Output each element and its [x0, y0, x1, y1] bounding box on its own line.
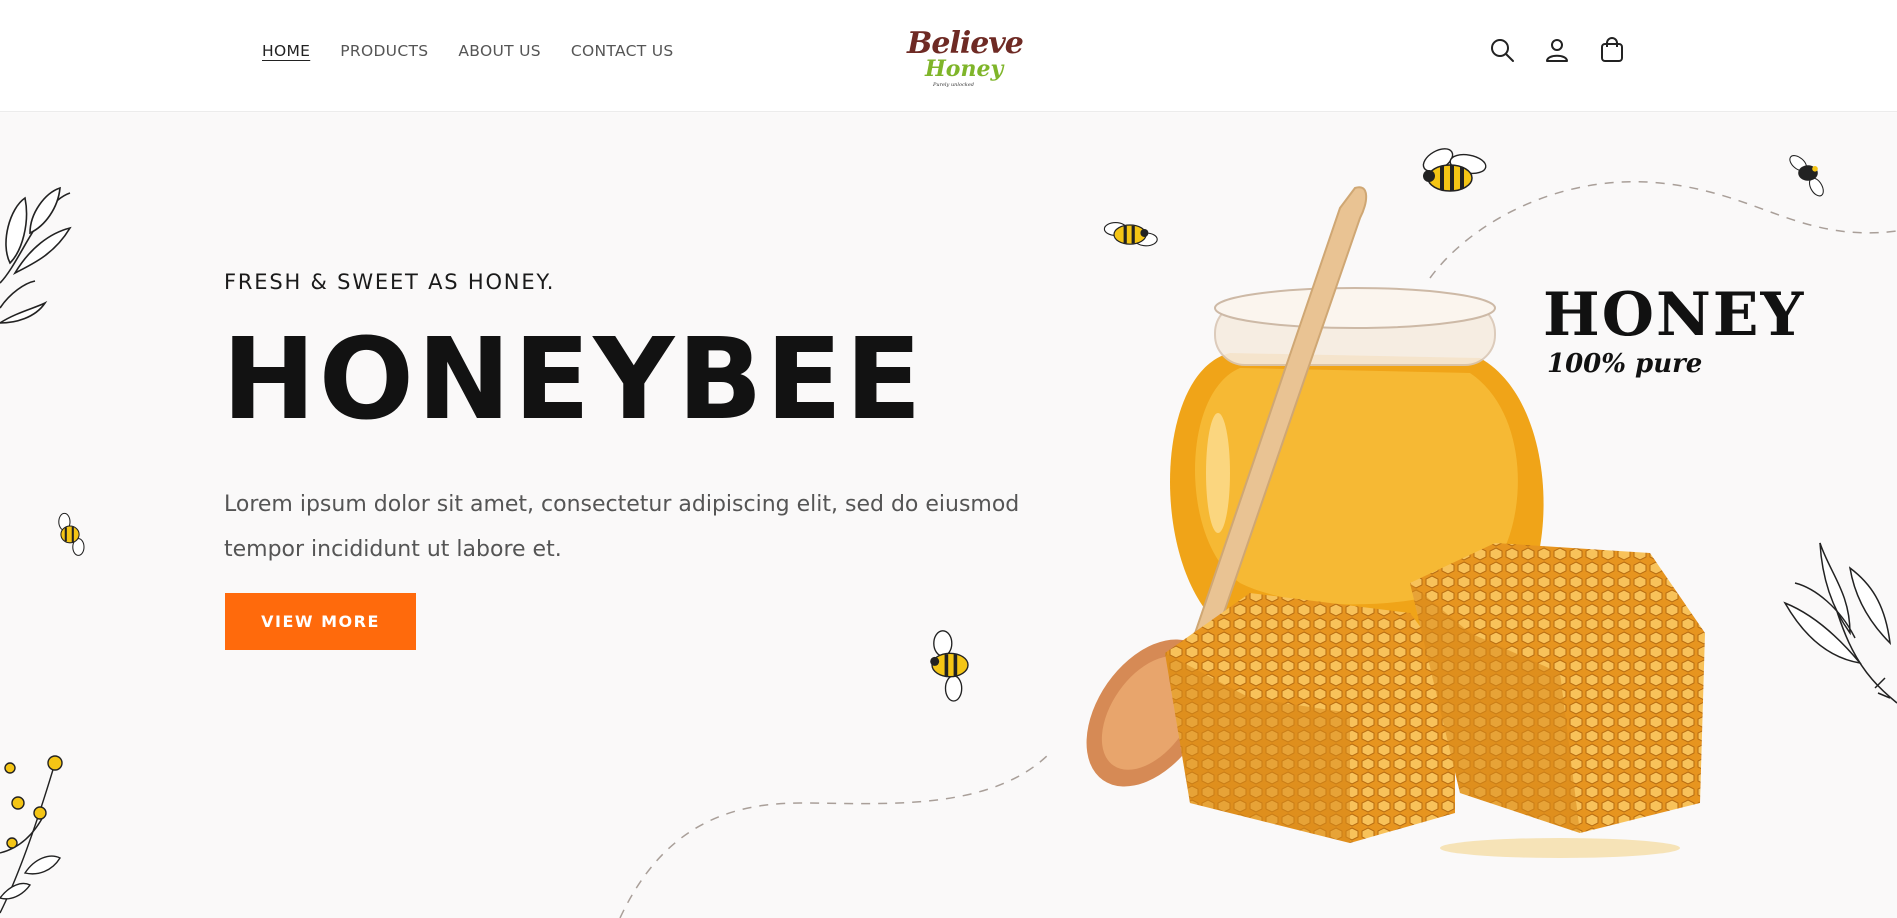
main-nav: HOME PRODUCTS ABOUT US CONTACT US: [262, 42, 674, 60]
hero-title: HONEYBEE: [222, 315, 925, 445]
account-icon[interactable]: [1543, 36, 1571, 64]
site-logo[interactable]: Believe Honey Purely unlocked: [905, 24, 1024, 90]
badge-honey-text: HONEY: [1543, 280, 1806, 350]
nav-contact-us[interactable]: CONTACT US: [571, 42, 674, 60]
honey-pure-badge: HONEY 100% pure: [1543, 285, 1805, 379]
logo-text-honey: Honey: [925, 56, 1004, 82]
logo-tagline: Purely unlocked: [933, 82, 974, 88]
site-header: HOME PRODUCTS ABOUT US CONTACT US Believ…: [0, 0, 1897, 112]
bee-icon: [930, 630, 969, 702]
badge-pure-text: 100% pure: [1547, 349, 1703, 379]
nav-about-us[interactable]: ABOUT US: [458, 42, 541, 60]
header-icons: [1488, 36, 1626, 64]
view-more-button[interactable]: VIEW MORE: [225, 593, 416, 650]
hero-tagline: FRESH & SWEET AS HONEY.: [224, 270, 556, 294]
cart-icon[interactable]: [1598, 36, 1626, 64]
hero-description: Lorem ipsum dolor sit amet, consectetur …: [224, 492, 1020, 562]
nav-products[interactable]: PRODUCTS: [340, 42, 428, 60]
hero-banner: FRESH & SWEET AS HONEY. HONEYBEE Lorem i…: [0, 113, 1897, 918]
leaf-branch-left-icon: [0, 186, 72, 324]
nav-home[interactable]: HOME: [262, 42, 310, 60]
dashed-flight-path-top: [1429, 181, 1897, 279]
search-icon[interactable]: [1488, 36, 1516, 64]
dashed-flight-path-bottom: [619, 752, 1051, 918]
leaf-branch-right-icon: [1783, 542, 1897, 704]
bee-icon: [1103, 222, 1158, 247]
bee-icon: [58, 512, 85, 556]
bee-icon: [1422, 148, 1487, 192]
bee-icon: [1789, 155, 1824, 197]
flower-branch-icon: [0, 755, 63, 914]
